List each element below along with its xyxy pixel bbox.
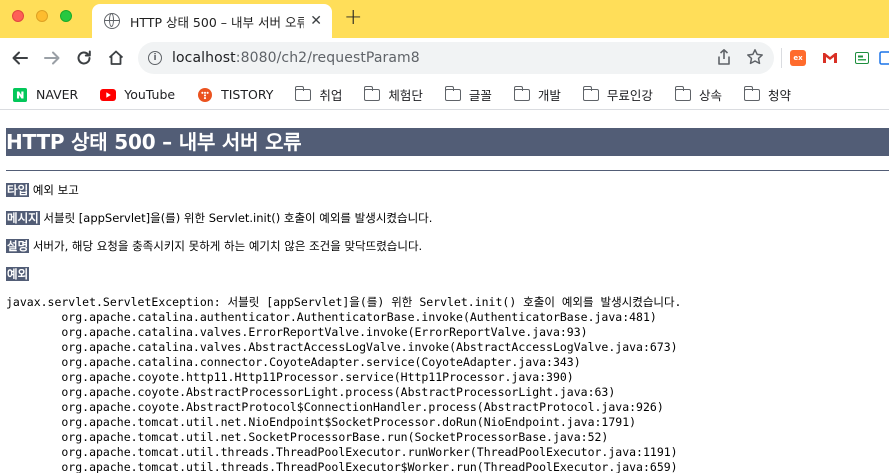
exception-label: 예외 bbox=[6, 267, 30, 281]
type-value: 예외 보고 bbox=[32, 183, 79, 197]
page-content: HTTP 상태 500 – 내부 서버 오류 타입 예외 보고 메시지 서블릿 … bbox=[0, 111, 889, 473]
folder-icon bbox=[363, 85, 381, 101]
back-button[interactable] bbox=[8, 46, 32, 70]
bookmark-label: 청약 bbox=[767, 88, 791, 103]
bookmark-label: 체험단 bbox=[388, 88, 423, 103]
stack-frame-line: org.apache.tomcat.util.threads.ThreadPoo… bbox=[6, 445, 678, 459]
type-label: 타입 bbox=[6, 183, 30, 197]
bookmark-youtube[interactable]: YouTube bbox=[100, 87, 175, 102]
home-icon bbox=[108, 50, 124, 65]
stack-frame-line: org.apache.tomcat.util.threads.ThreadPoo… bbox=[6, 460, 678, 473]
description-label: 설명 bbox=[6, 239, 30, 253]
folder-icon bbox=[444, 85, 461, 101]
tab-title: HTTP 상태 500 – 내부 서버 오류 bbox=[130, 14, 305, 30]
youtube-icon bbox=[100, 88, 117, 101]
error-heading: HTTP 상태 500 – 내부 서버 오류 bbox=[6, 128, 889, 156]
extension-ex-icon[interactable]: ex bbox=[790, 50, 806, 66]
close-window-button[interactable] bbox=[12, 10, 24, 22]
message-label: 메시지 bbox=[6, 211, 40, 225]
close-tab-icon[interactable]: ✕ bbox=[310, 14, 322, 28]
stack-frame-line: org.apache.catalina.authenticator.Authen… bbox=[6, 310, 657, 324]
bookmark-folder-dev[interactable]: 개발 bbox=[513, 85, 561, 104]
tistory-icon bbox=[198, 87, 213, 102]
url-host: localhost bbox=[172, 50, 236, 66]
stack-frame-line: org.apache.tomcat.util.net.NioEndpoint$S… bbox=[6, 415, 637, 429]
bookmark-label: 상속 bbox=[698, 88, 722, 103]
bookmark-folder-experience[interactable]: 체험단 bbox=[363, 85, 423, 104]
folder-icon bbox=[674, 85, 691, 101]
tab-strip: HTTP 상태 500 – 내부 서버 오류 ✕ + bbox=[0, 0, 889, 38]
bookmark-label: 취업 bbox=[319, 88, 343, 103]
message-value: 서블릿 [appServlet]을(를) 위한 Servlet.init() 호… bbox=[43, 211, 433, 225]
bookmark-folder-fonts[interactable]: 글꼴 bbox=[444, 85, 492, 104]
stack-frame-line: org.apache.catalina.connector.CoyoteAdap… bbox=[6, 355, 581, 369]
type-row: 타입 예외 보고 bbox=[6, 183, 883, 197]
maximize-window-button[interactable] bbox=[60, 10, 72, 22]
folder-icon bbox=[582, 85, 599, 101]
heading-divider bbox=[6, 170, 889, 171]
bookmark-folder-free-lectures[interactable]: 무료인강 bbox=[582, 85, 653, 104]
bookmark-label: 글꼴 bbox=[468, 88, 492, 103]
bookmark-folder-employment[interactable]: 취업 bbox=[294, 85, 343, 104]
address-bar[interactable]: i localhost:8080/ch2/requestParam8 bbox=[138, 42, 774, 74]
message-row: 메시지 서블릿 [appServlet]을(를) 위한 Servlet.init… bbox=[6, 211, 883, 225]
description-value: 서버가, 해당 요청을 충족시키지 못하게 하는 예기치 않은 조건을 맞닥뜨렸… bbox=[32, 239, 423, 253]
exception-message-line: javax.servlet.ServletException: 서블릿 [app… bbox=[6, 295, 682, 309]
url-text[interactable]: localhost:8080/ch2/requestParam8 bbox=[172, 50, 420, 66]
bookmarks-bar: NAVER YouTube TISTORY 취업 체험단 글꼴 개발 무료인강 … bbox=[0, 80, 889, 110]
share-icon[interactable] bbox=[716, 48, 732, 66]
stack-frame-line: org.apache.catalina.valves.AbstractAcces… bbox=[6, 340, 678, 354]
home-button[interactable] bbox=[104, 46, 128, 70]
toolbar: i localhost:8080/ch2/requestParam8 ex bbox=[0, 38, 889, 80]
info-icon[interactable]: i bbox=[148, 51, 162, 65]
toolbar-divider bbox=[781, 48, 782, 68]
description-row: 설명 서버가, 해당 요청을 충족시키지 못하게 하는 예기치 않은 조건을 맞… bbox=[6, 239, 883, 253]
folder-icon bbox=[294, 85, 312, 101]
active-tab[interactable]: HTTP 상태 500 – 내부 서버 오류 ✕ bbox=[92, 4, 332, 38]
bookmark-folder-inheritance[interactable]: 상속 bbox=[674, 85, 722, 104]
forward-button[interactable] bbox=[40, 46, 64, 70]
bookmark-star-icon[interactable] bbox=[746, 48, 764, 66]
folder-icon bbox=[513, 85, 530, 101]
gmail-icon[interactable] bbox=[822, 50, 838, 66]
arrow-left-icon bbox=[12, 51, 28, 65]
minimize-window-button[interactable] bbox=[36, 10, 48, 22]
bookmark-label: TISTORY bbox=[221, 87, 274, 102]
bookmark-label: NAVER bbox=[36, 87, 79, 102]
bookmark-label: 무료인강 bbox=[606, 88, 653, 103]
reload-button[interactable] bbox=[72, 46, 96, 70]
folder-icon bbox=[743, 85, 760, 101]
bookmark-naver[interactable]: NAVER bbox=[12, 87, 78, 102]
stack-frame-line: org.apache.coyote.AbstractProcessorLight… bbox=[6, 385, 616, 399]
naver-icon bbox=[13, 87, 27, 102]
url-path: :8080/ch2/requestParam8 bbox=[235, 50, 420, 66]
stack-frame-line: org.apache.catalina.valves.ErrorReportVa… bbox=[6, 325, 588, 339]
new-tab-button[interactable]: + bbox=[344, 7, 362, 29]
exception-row: 예외 bbox=[6, 267, 883, 281]
reload-icon bbox=[77, 50, 91, 65]
extension-green-icon[interactable] bbox=[854, 50, 870, 66]
bookmark-tistory[interactable]: TISTORY bbox=[197, 87, 273, 102]
stack-frame-line: org.apache.coyote.AbstractProtocol$Conne… bbox=[6, 400, 664, 414]
arrow-right-icon bbox=[44, 51, 60, 65]
extension-partial-icon[interactable] bbox=[878, 50, 889, 66]
bookmark-folder-subscription[interactable]: 청약 bbox=[743, 85, 791, 104]
stack-frame-line: org.apache.tomcat.util.net.SocketProcess… bbox=[6, 430, 609, 444]
stack-frame-line: org.apache.coyote.http11.Http11Processor… bbox=[6, 370, 574, 384]
bookmark-label: 개발 bbox=[537, 88, 561, 103]
globe-icon bbox=[104, 13, 120, 29]
stack-trace: javax.servlet.ServletException: 서블릿 [app… bbox=[6, 295, 883, 473]
bookmark-label: YouTube bbox=[124, 87, 176, 102]
